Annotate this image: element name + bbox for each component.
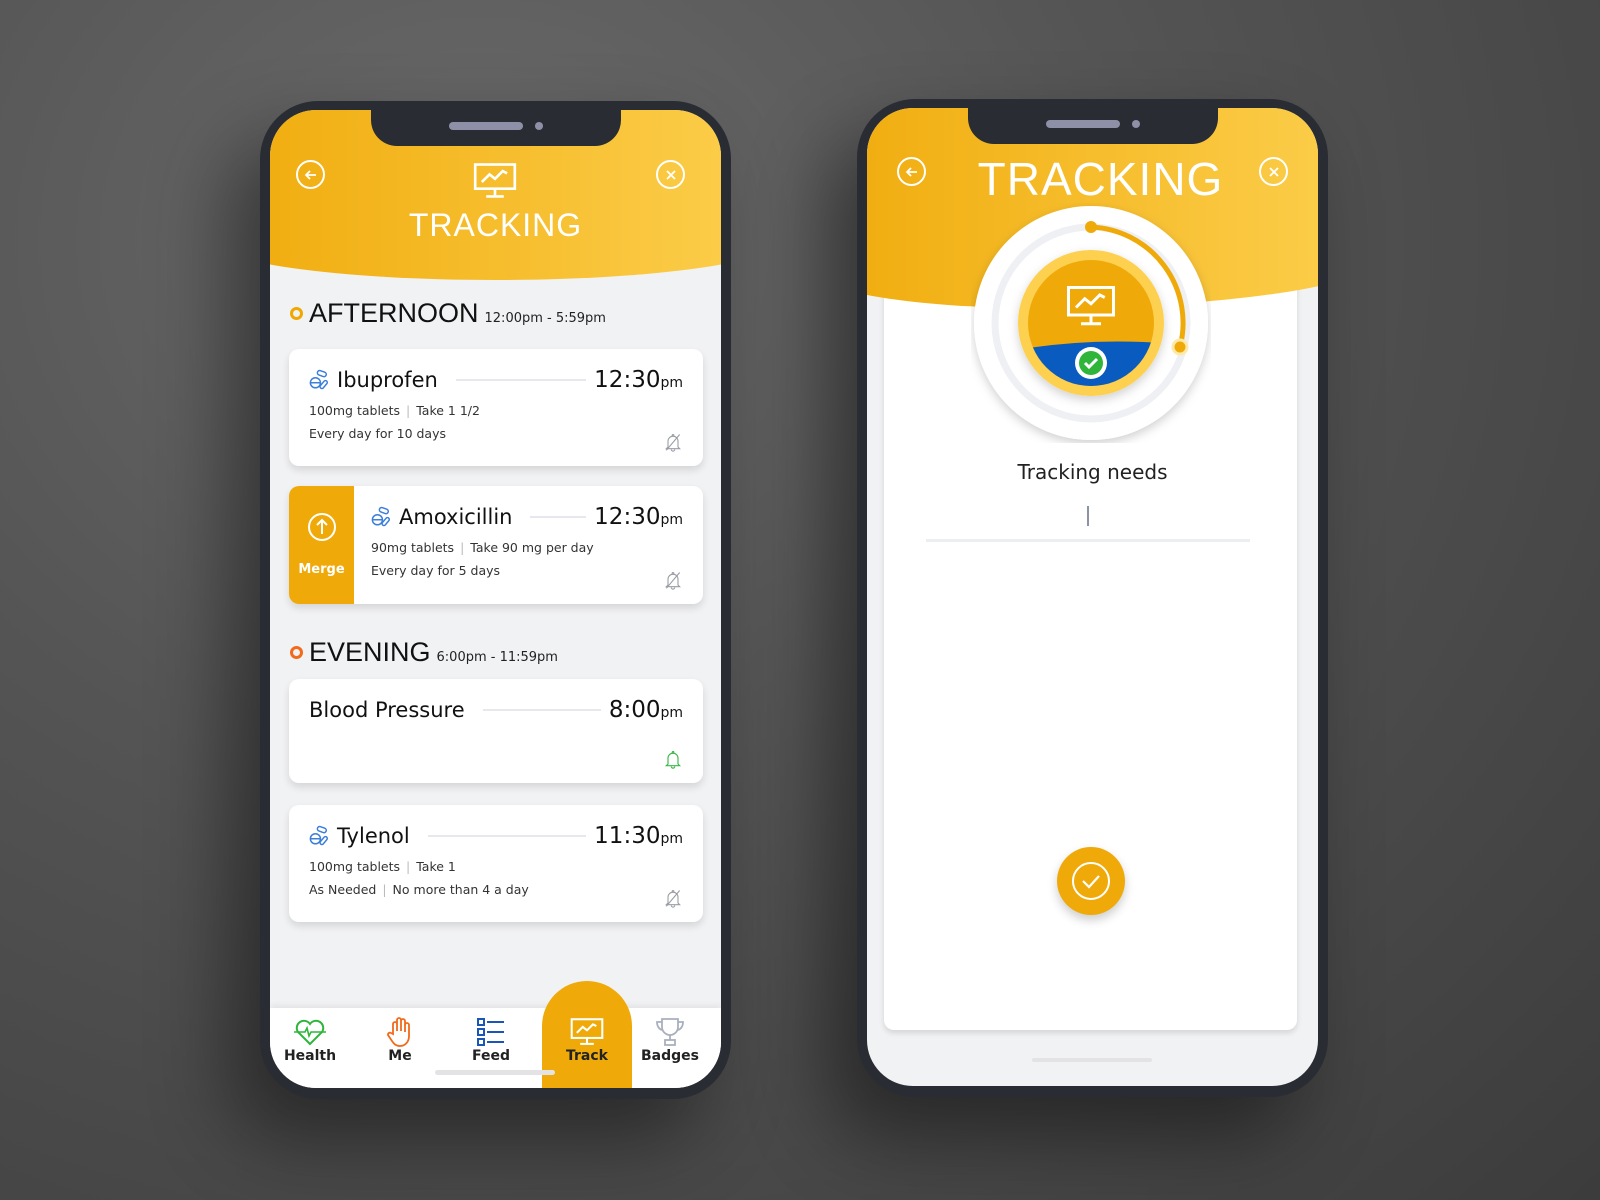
tracking-progress-dial (974, 206, 1208, 440)
nav-feed[interactable]: Feed (446, 1008, 536, 1064)
nav-health[interactable]: Health (270, 1008, 355, 1064)
monitor-chart-icon (473, 162, 517, 200)
nav-label: Health (283, 1048, 337, 1064)
home-indicator (1032, 1058, 1152, 1062)
med-name: Tylenol (337, 824, 410, 848)
task-name: Blood Pressure (309, 698, 465, 722)
med-schedule: Every day for 5 days (371, 563, 501, 578)
section-afternoon: AFTERNOON 12:00pm - 5:59pm (290, 298, 606, 329)
med-schedule: Every day for 10 days (309, 426, 447, 441)
nav-track[interactable]: Track (542, 1008, 632, 1064)
section-title: EVENING (309, 637, 431, 667)
task-time: 8:00pm (608, 697, 683, 723)
back-button[interactable] (296, 160, 325, 189)
med-card-amoxicillin[interactable]: Merge Amoxicillin 12:30pm 90mg tablets | Ta… (289, 486, 703, 604)
bottom-nav: Health Me Feed Track Badges (270, 1008, 721, 1088)
confirm-button[interactable] (1057, 847, 1125, 915)
pills-icon (309, 825, 331, 847)
close-button[interactable] (656, 160, 685, 189)
med-dose: 90mg tablets | Take 90 mg per day (371, 540, 594, 555)
evening-dot (290, 646, 303, 659)
trophy-icon (656, 1018, 684, 1046)
arrow-up-circle-icon (307, 513, 336, 541)
med-schedule: As Needed | No more than 4 a day (309, 882, 529, 897)
section-title: AFTERNOON (309, 298, 479, 328)
merge-button[interactable]: Merge (289, 486, 354, 604)
tracking-list-screen: TRACKING AFTERNOON 12:00pm - 5:59pm Ibup… (270, 110, 721, 1088)
task-card-blood-pressure[interactable]: Blood Pressure 8:00pm (289, 679, 703, 783)
hand-icon (387, 1017, 410, 1047)
home-indicator (435, 1070, 555, 1075)
right-phone: TRACKING Tracking needs (857, 99, 1328, 1097)
nav-me[interactable]: Me (355, 1008, 445, 1064)
pills-icon (371, 506, 393, 528)
pills-icon (309, 369, 331, 391)
med-dose: 100mg tablets | Take 1 (309, 859, 456, 874)
bell-off-icon[interactable] (663, 432, 683, 452)
list-icon (477, 1018, 504, 1046)
close-circle-icon (665, 169, 676, 180)
page-title: TRACKING (977, 153, 1224, 205)
bell-off-icon[interactable] (663, 570, 683, 590)
nav-label: Me (388, 1048, 412, 1064)
heart-pulse-icon (294, 1019, 326, 1046)
nav-label: Badges (641, 1048, 699, 1064)
med-time: 11:30pm (594, 823, 683, 849)
bell-icon[interactable] (663, 749, 683, 769)
left-phone: TRACKING AFTERNOON 12:00pm - 5:59pm Ibup… (260, 101, 731, 1099)
nav-label: Track (566, 1048, 608, 1064)
prompt-label: Tracking needs (1017, 460, 1168, 484)
page-title: TRACKING (408, 207, 583, 243)
merge-label: Merge (298, 562, 345, 577)
tracking-needs-input[interactable] (926, 500, 1250, 542)
med-card-ibuprofen[interactable]: Ibuprofen 12:30pm 100mg tablets | Take 1 1/… (289, 349, 703, 466)
med-name: Amoxicillin (399, 505, 513, 529)
notch (967, 108, 1218, 144)
monitor-chart-icon (570, 1016, 604, 1048)
arrow-left-circle-icon (304, 169, 316, 180)
check-circle-icon (1072, 862, 1110, 900)
text-cursor (1087, 506, 1089, 526)
bell-off-icon[interactable] (663, 888, 683, 908)
section-range: 12:00pm - 5:59pm (484, 311, 606, 326)
notch (370, 110, 621, 146)
nav-label: Feed (471, 1048, 510, 1064)
section-range: 6:00pm - 11:59pm (436, 650, 558, 665)
med-card-tylenol[interactable]: Tylenol 11:30pm 100mg tablets | Take 1 As N… (289, 805, 703, 922)
med-time: 12:30pm (594, 367, 683, 393)
section-evening: EVENING 6:00pm - 11:59pm (290, 637, 558, 668)
med-name: Ibuprofen (337, 368, 438, 392)
tracking-needs-screen: TRACKING Tracking needs (867, 108, 1318, 1086)
med-time: 12:30pm (594, 504, 683, 530)
afternoon-dot (290, 307, 303, 320)
nav-badges[interactable]: Badges (625, 1008, 715, 1064)
med-dose: 100mg tablets | Take 1 1/2 (309, 403, 480, 418)
